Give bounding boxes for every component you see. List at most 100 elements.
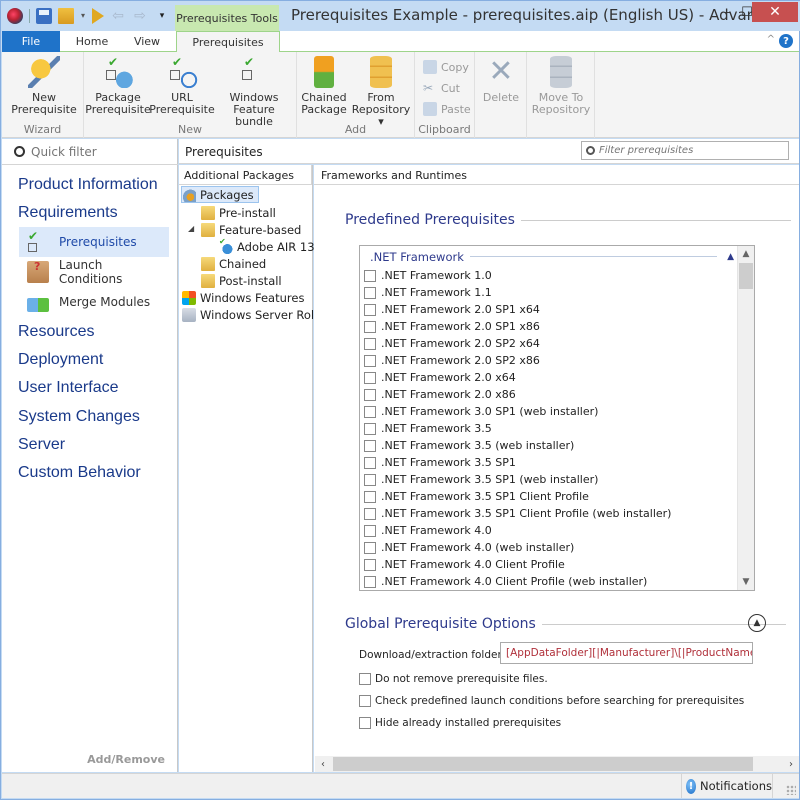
checkbox[interactable]: [359, 673, 371, 685]
scroll-up-icon[interactable]: ▲: [738, 246, 754, 262]
framework-item[interactable]: .NET Framework 3.0 SP1 (web installer): [364, 403, 736, 420]
checkbox[interactable]: [364, 405, 376, 418]
scroll-down-icon[interactable]: ▼: [738, 574, 754, 590]
nav-prerequisites[interactable]: Prerequisites: [19, 227, 169, 257]
tree-node-feature-based[interactable]: Feature-based: [201, 221, 301, 238]
framework-item[interactable]: .NET Framework 4.0 (web installer): [364, 539, 736, 556]
nav-server[interactable]: Server: [18, 436, 65, 454]
expand-collapse-icon[interactable]: ◢: [188, 224, 194, 233]
framework-item[interactable]: .NET Framework 3.5 SP1: [364, 454, 736, 471]
framework-item[interactable]: .NET Framework 2.0 x64: [364, 369, 736, 386]
nav-product-information[interactable]: Product Information: [18, 176, 158, 194]
framework-item[interactable]: .NET Framework 3.5: [364, 420, 736, 437]
framework-item[interactable]: .NET Framework 2.0 x86: [364, 386, 736, 403]
option-check-launch-conditions[interactable]: Check predefined launch conditions befor…: [359, 695, 744, 707]
checkbox[interactable]: [364, 337, 376, 350]
help-icon[interactable]: ?: [779, 34, 793, 48]
forward-icon[interactable]: ⇨: [132, 8, 148, 24]
tree-node-chained[interactable]: Chained: [201, 255, 266, 272]
nav-user-interface[interactable]: User Interface: [18, 379, 118, 397]
tree-node-post-install[interactable]: Post-install: [201, 272, 282, 289]
resize-grip-icon[interactable]: [786, 785, 796, 795]
checkbox[interactable]: [359, 695, 371, 707]
tab-file[interactable]: File: [2, 31, 60, 52]
checkbox[interactable]: [364, 524, 376, 537]
framework-item[interactable]: .NET Framework 2.0 SP2 x86: [364, 352, 736, 369]
nav-deployment[interactable]: Deployment: [18, 351, 103, 369]
collapse-group-icon[interactable]: ▲: [727, 252, 734, 262]
add-remove-link[interactable]: Add/Remove: [87, 753, 165, 766]
framework-item[interactable]: .NET Framework 4.0 Client Profile: [364, 556, 736, 573]
checkbox[interactable]: [364, 286, 376, 299]
package-prerequisite-button[interactable]: Package Prerequisite: [85, 56, 151, 116]
checkbox[interactable]: [364, 473, 376, 486]
chained-package-button[interactable]: Chained Package: [299, 56, 349, 116]
checkbox[interactable]: [364, 422, 376, 435]
scroll-right-icon[interactable]: ›: [783, 756, 799, 772]
url-prerequisite-button[interactable]: URL Prerequisite: [149, 56, 215, 116]
checkbox[interactable]: [364, 490, 376, 503]
tree-node-pre-install[interactable]: Pre-install: [201, 204, 276, 221]
copy-button[interactable]: Copy: [423, 60, 469, 74]
nav-merge-modules[interactable]: Merge Modules: [19, 287, 169, 317]
framework-item[interactable]: .NET Framework 3.5 (web installer): [364, 437, 736, 454]
nav-system-changes[interactable]: System Changes: [18, 408, 140, 426]
checkbox[interactable]: [364, 320, 376, 333]
framework-item[interactable]: .NET Framework 3.5 SP1 Client Profile (w…: [364, 505, 736, 522]
nav-launch-conditions[interactable]: Launch Conditions: [19, 257, 169, 287]
checkbox[interactable]: [364, 371, 376, 384]
tab-prerequisites[interactable]: Prerequisites: [176, 31, 280, 53]
from-repository-button[interactable]: From Repository ▾: [349, 56, 413, 128]
customize-icon[interactable]: ▾: [154, 8, 170, 24]
framework-item[interactable]: .NET Framework 2.0 SP1 x86: [364, 318, 736, 335]
horizontal-scrollbar[interactable]: ‹ ›: [315, 756, 799, 772]
quick-filter-input[interactable]: [31, 144, 171, 159]
cut-button[interactable]: ✂ Cut: [423, 81, 460, 95]
windows-feature-bundle-button[interactable]: Windows Feature bundle: [214, 56, 294, 128]
collapse-ribbon-icon[interactable]: ^: [767, 34, 775, 45]
move-to-repository-button[interactable]: Move To Repository: [529, 56, 593, 116]
build-icon[interactable]: [58, 8, 74, 24]
tree-node-adobe-air[interactable]: Adobe AIR 13: [219, 237, 315, 255]
checkbox[interactable]: [364, 507, 376, 520]
app-icon[interactable]: [7, 8, 23, 24]
scroll-left-icon[interactable]: ‹: [315, 756, 331, 772]
framework-item[interactable]: .NET Framework 2.0 SP1 x64: [364, 301, 736, 318]
checkbox[interactable]: [364, 575, 376, 588]
checkbox[interactable]: [364, 541, 376, 554]
framework-item[interactable]: .NET Framework 1.0: [364, 267, 736, 284]
dropdown-icon[interactable]: ▾: [80, 8, 86, 24]
checkbox[interactable]: [364, 456, 376, 469]
filter-prerequisites-input[interactable]: [599, 145, 779, 156]
save-icon[interactable]: [36, 8, 52, 24]
checkbox[interactable]: [364, 303, 376, 316]
checkbox[interactable]: [364, 388, 376, 401]
download-folder-input[interactable]: [AppDataFolder][|Manufacturer]\[|Product…: [500, 642, 753, 664]
option-do-not-remove[interactable]: Do not remove prerequisite files.: [359, 673, 548, 685]
checkbox[interactable]: [359, 717, 371, 729]
tab-home[interactable]: Home: [64, 31, 120, 52]
nav-resources[interactable]: Resources: [18, 323, 94, 341]
framework-item[interactable]: .NET Framework 4.0 Client Profile (web i…: [364, 573, 736, 590]
tree-node-packages[interactable]: Packages: [181, 186, 259, 203]
paste-button[interactable]: Paste: [423, 102, 471, 116]
option-hide-installed[interactable]: Hide already installed prerequisites: [359, 717, 561, 729]
delete-button[interactable]: ✕ Delete: [477, 56, 525, 104]
checkbox[interactable]: [364, 354, 376, 367]
close-button[interactable]: ✕: [752, 2, 798, 22]
checkbox[interactable]: [364, 439, 376, 452]
nav-custom-behavior[interactable]: Custom Behavior: [18, 464, 141, 482]
collapse-section-icon[interactable]: ▲: [748, 614, 766, 632]
new-prerequisite-button[interactable]: New Prerequisite: [11, 56, 77, 116]
run-icon[interactable]: [92, 8, 104, 24]
scroll-thumb[interactable]: [739, 263, 753, 289]
framework-item[interactable]: .NET Framework 3.5 SP1 Client Profile: [364, 488, 736, 505]
framework-item[interactable]: .NET Framework 4.0: [364, 522, 736, 539]
framework-item[interactable]: .NET Framework 2.0 SP2 x64: [364, 335, 736, 352]
checkbox[interactable]: [364, 558, 376, 571]
framework-item[interactable]: .NET Framework 3.5 SP1 (web installer): [364, 471, 736, 488]
scroll-thumb[interactable]: [333, 757, 753, 771]
tab-view[interactable]: View: [122, 31, 172, 52]
tree-node-windows-server-roles[interactable]: Windows Server Roles: [182, 306, 327, 323]
back-icon[interactable]: ⇦: [110, 8, 126, 24]
